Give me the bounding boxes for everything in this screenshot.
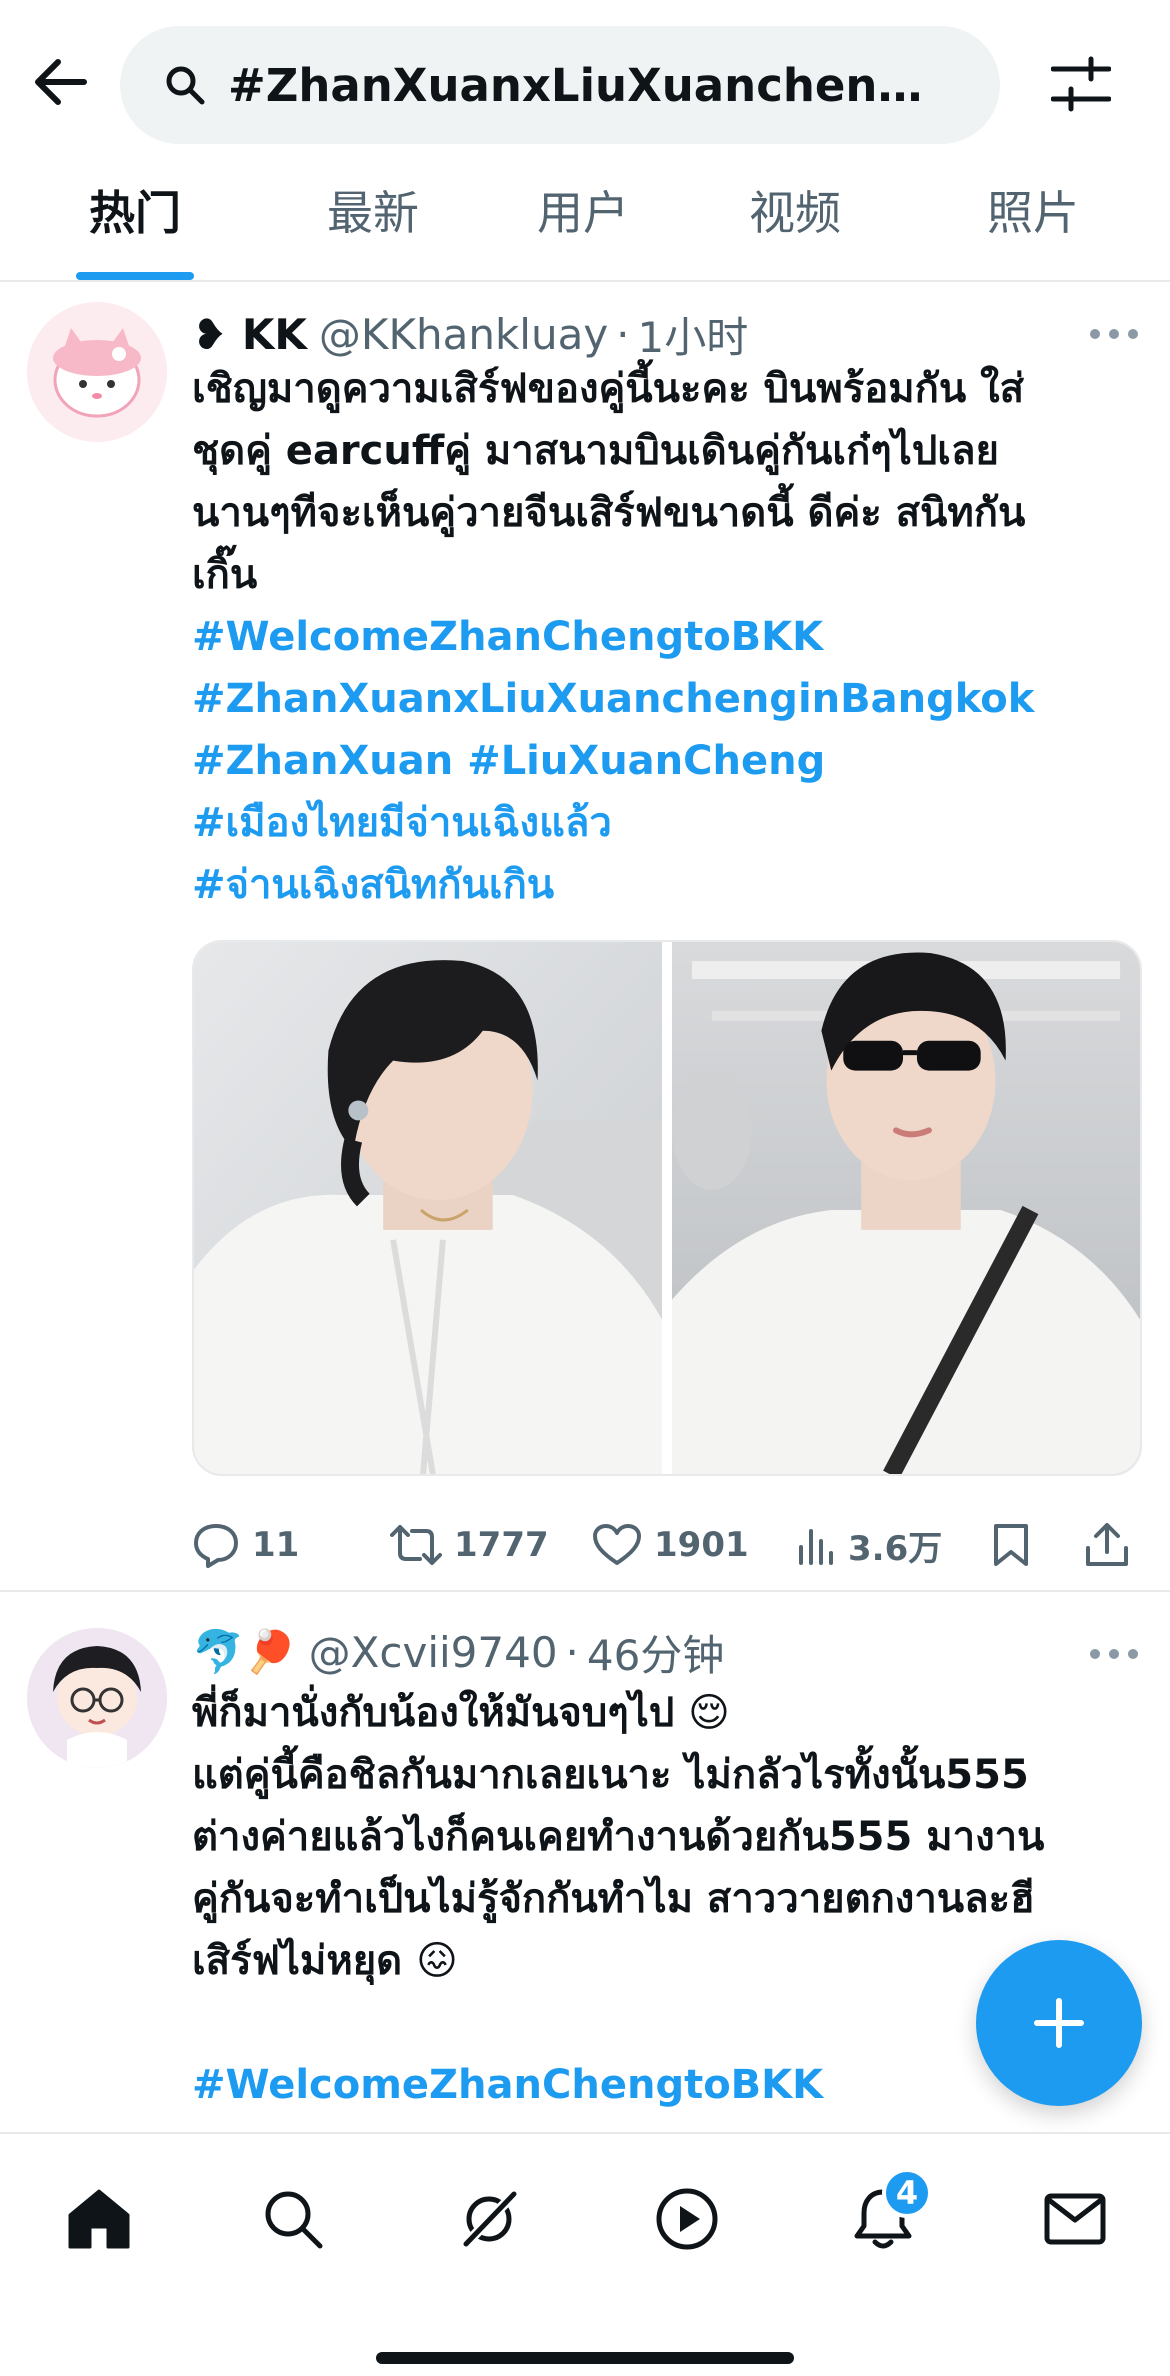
nav-notifications[interactable]: 4 (838, 2168, 932, 2264)
like-button[interactable]: 1901 (592, 1510, 749, 1580)
tweet-actions: 11 1777 1901 3.6万 (192, 1510, 1142, 1580)
timestamp: 1小时 (637, 312, 749, 362)
search-tabs: 热门 最新 用户 视频 照片 (0, 170, 1170, 280)
tweet-header: 🐬🏓 @Xcvii9740 · 46分钟 (192, 1622, 724, 1682)
photo-2[interactable] (672, 942, 1140, 1474)
back-button[interactable] (28, 50, 92, 114)
tab-videos[interactable]: 视频 (736, 170, 854, 280)
repost-button[interactable]: 1777 (390, 1510, 549, 1580)
repost-count: 1777 (454, 1525, 549, 1565)
nav-video[interactable] (642, 2174, 732, 2264)
more-options-button[interactable] (1090, 1644, 1138, 1664)
sliders-icon (1051, 56, 1111, 112)
reply-button[interactable]: 11 (192, 1510, 299, 1580)
tab-latest[interactable]: 最新 (314, 170, 432, 280)
hashtag-link[interactable]: #WelcomeZhanChengtoBKK (192, 606, 1142, 668)
arrow-left-icon (35, 59, 87, 105)
share-button[interactable] (1084, 1510, 1130, 1580)
tab-label: 热门 (89, 186, 181, 240)
repost-icon (390, 1525, 442, 1565)
photo-person-image (672, 942, 1140, 1474)
search-icon (166, 66, 205, 105)
heart-icon (593, 1524, 641, 1565)
tweet-text-line: ชุดคู่ earcuffคู่ มาสนามบินเดินคู่กันเก๋… (192, 428, 999, 474)
tweet-text-line: ต่างค่ายแล้วไงก็คนเคยทำงานด้วยกัน555 มาง… (192, 1814, 1045, 1860)
more-dots-icon (1090, 1649, 1100, 1659)
active-tab-indicator (76, 272, 194, 280)
tab-top[interactable]: 热门 (76, 170, 194, 280)
display-name[interactable]: ❥ KK (192, 310, 307, 359)
tweet-text: เชิญมาดูความเสิร์ฟของคู่นี้นะคะ บินพร้อม… (192, 358, 1142, 916)
nav-messages[interactable] (1030, 2174, 1120, 2264)
bookmark-button[interactable] (992, 1510, 1030, 1580)
more-options-button[interactable] (1090, 324, 1138, 344)
like-count: 1901 (654, 1525, 749, 1565)
tweet-text-line: เกิ๊น (192, 552, 258, 598)
nav-grok[interactable] (444, 2174, 534, 2264)
photo-1[interactable] (194, 942, 662, 1474)
tweet-divider (0, 1590, 1170, 1592)
grok-icon (460, 2188, 520, 2250)
tab-people[interactable]: 用户 (524, 170, 642, 280)
nav-search[interactable] (248, 2174, 338, 2264)
views-count: 3.6万 (848, 1528, 943, 1569)
notification-badge: 4 (882, 2168, 932, 2218)
tab-label: 用户 (537, 186, 629, 240)
avatar[interactable] (27, 302, 167, 442)
compose-button[interactable] (976, 1940, 1142, 2106)
tweet-media (192, 940, 1142, 1476)
tab-photos[interactable]: 照片 (974, 170, 1092, 280)
tweet-text-line: เชิญมาดูความเสิร์ฟของคู่นี้นะคะ บินพร้อม… (192, 366, 1025, 412)
tab-label: 照片 (987, 186, 1079, 240)
tweet[interactable]: ❥ KK @KKhankluay · 1小时 เชิญมาดูความเสิร์… (0, 284, 1170, 1592)
bottom-navigation: 4 (0, 2132, 1170, 2376)
play-circle-icon (656, 2188, 718, 2250)
tweet-text-line: นานๆทีจะเห็นคู่วายจีนเสิร์ฟขนาดนี้ ดีค่ะ… (192, 490, 1026, 536)
share-icon (1086, 1523, 1128, 1566)
home-indicator (376, 2352, 794, 2364)
cartoon-avatar-icon (27, 302, 167, 442)
display-name[interactable]: 🐬🏓 (192, 1627, 297, 1677)
tweet-text-line: คู่กันจะทำเป็นไม่รู้จักกันทำไม สาววายตกง… (192, 1876, 1035, 1922)
more-dots-icon (1090, 329, 1100, 339)
tweet-text-line: พี่ก็มานั่งกับน้องให้มันจบๆไป 😌 (192, 1690, 730, 1736)
bookmark-icon (994, 1524, 1028, 1566)
separator-dot: · (616, 309, 630, 359)
search-query: #ZhanXuanxLiuXuanchengi... (228, 58, 948, 112)
nav-home[interactable] (54, 2174, 144, 2264)
hashtag-link[interactable]: #ZhanXuan #LiuXuanCheng (192, 730, 1142, 792)
search-filter-button[interactable] (1046, 52, 1116, 116)
views-button[interactable]: 3.6万 (796, 1510, 942, 1580)
plus-icon (1034, 1998, 1084, 2048)
avatar[interactable] (27, 1628, 167, 1768)
tab-label: 视频 (749, 186, 841, 240)
cartoon-avatar-icon (27, 1628, 167, 1768)
search-input[interactable]: #ZhanXuanxLiuXuanchengi... (120, 26, 1000, 144)
home-icon (68, 2189, 130, 2249)
bar-chart-icon (799, 1529, 833, 1565)
photo-person-image (194, 942, 662, 1474)
hashtag-link[interactable]: #ZhanXuanxLiuXuanchenginBangkok (192, 668, 1142, 730)
reply-count: 11 (252, 1525, 300, 1565)
timestamp: 46分钟 (586, 1630, 725, 1680)
search-icon (265, 2191, 323, 2249)
tab-label: 最新 (327, 186, 419, 240)
mail-icon (1044, 2193, 1106, 2245)
hashtag-link[interactable]: #จ่านเฉิงสนิทกันเกิน (192, 854, 1142, 916)
user-handle[interactable]: @KKhankluay (319, 310, 608, 359)
tweet-text-line: แต่คู่นี้คือชิลกันมากเลยเนาะ ไม่กลัวไรทั… (192, 1752, 1029, 1798)
tweet-header: ❥ KK @KKhankluay · 1小时 (192, 304, 748, 364)
top-header: #ZhanXuanxLiuXuanchengi... 热门 最新 用户 视频 照… (0, 0, 1170, 282)
user-handle[interactable]: @Xcvii9740 (309, 1628, 558, 1677)
reply-icon (194, 1524, 238, 1568)
hashtag-link[interactable]: #เมืองไทยมีจ่านเฉิงแล้ว (192, 792, 1142, 854)
separator-dot: · (565, 1627, 579, 1677)
